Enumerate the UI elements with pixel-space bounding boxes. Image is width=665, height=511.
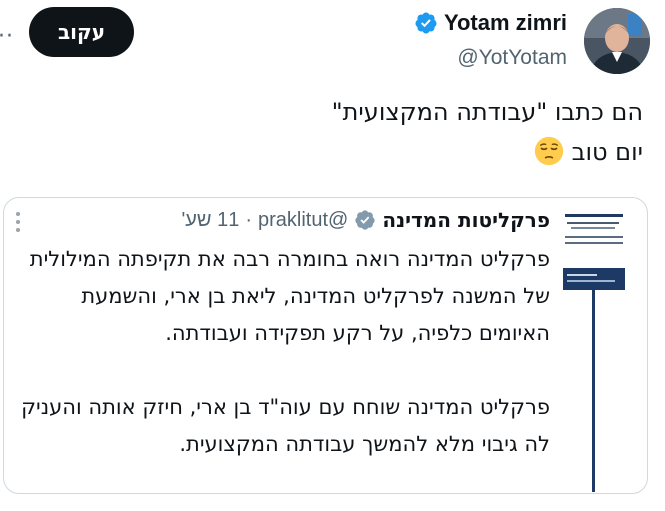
verified-badge-icon (355, 210, 375, 230)
avatar[interactable] (584, 8, 650, 74)
quoted-display-name[interactable]: פרקליטות המדינה (382, 206, 550, 234)
quoted-tweet-header: פרקליטות המדינה @praklitut · 11 שע' (181, 206, 550, 234)
quoted-timestamp[interactable]: 11 שע' (181, 206, 239, 234)
tweet-line-2-text: יום טוב (571, 138, 643, 166)
pensive-face-emoji-icon (534, 136, 564, 166)
user-info[interactable]: Yotam zimri @YotYotam (414, 10, 567, 70)
tweet-line-2: יום טוב (43, 132, 643, 172)
display-name[interactable]: Yotam zimri (444, 10, 567, 36)
tweet-text: הם כתבו "עבודתה המקצועית" יום טוב (43, 92, 643, 172)
separator-dot: · (245, 209, 252, 231)
kebab-menu-icon[interactable] (16, 212, 22, 236)
quoted-tweet-card[interactable]: פרקליטות המדינה @praklitut · 11 שע' פרקל… (3, 197, 648, 494)
quoted-paragraph-1: פרקליט המדינה רואה בחומרה רבה את תקיפתה … (29, 247, 550, 345)
follow-button[interactable]: עקוב (29, 7, 134, 57)
user-handle[interactable]: @YotYotam (414, 46, 567, 70)
tweet-header: ·· עקוב Yotam zimri @YotYotam (0, 0, 665, 84)
quoted-paragraph-2: פרקליט המדינה שוחח עם עוה"ד בן ארי, חיזק… (21, 395, 550, 456)
verified-badge-icon (415, 12, 437, 34)
tweet-line-1: הם כתבו "עבודתה המקצועית" (331, 98, 643, 126)
logo-avatar[interactable] (561, 210, 627, 492)
quoted-handle[interactable]: @praklitut (258, 206, 348, 234)
quoted-tweet-body: פרקליט המדינה רואה בחומרה רבה את תקיפתה … (10, 241, 550, 463)
more-icon[interactable]: ·· (0, 26, 14, 48)
